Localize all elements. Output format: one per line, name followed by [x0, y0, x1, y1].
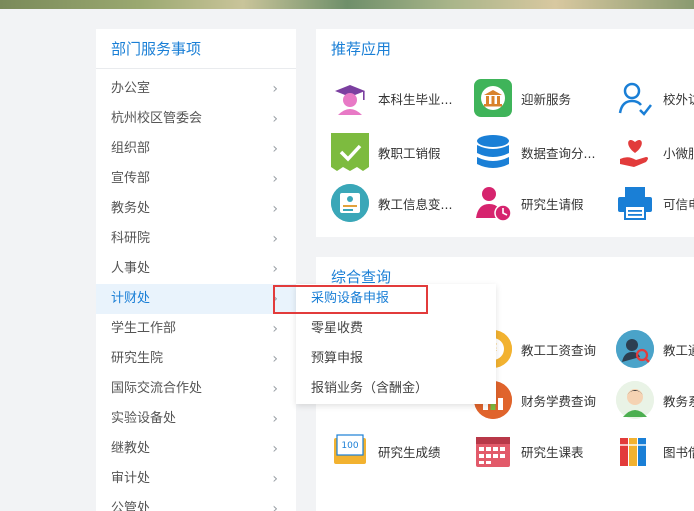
books-icon	[616, 432, 654, 470]
app-label: 数据查询分...	[521, 145, 596, 161]
sidebar-item-label: 教务处	[111, 201, 151, 216]
chevron-right-icon: ›	[272, 201, 278, 217]
app-label: 小微服	[663, 145, 694, 161]
score-card-icon: 100	[331, 432, 369, 470]
submenu-item-reimbursement[interactable]: 报销业务（含酬金）	[296, 374, 496, 404]
sidebar-item-finance[interactable]: 计财处 ›	[96, 284, 296, 314]
calendar-icon	[474, 432, 512, 470]
sidebar-item-label: 人事处	[111, 261, 151, 276]
app-graduate-scores[interactable]: 100 研究生成绩	[331, 431, 463, 471]
app-label: 教职工销假	[378, 145, 441, 161]
app-undergrad-graduation[interactable]: 本科生毕业...	[331, 78, 463, 118]
sidebar-item-organization[interactable]: 组织部 ›	[96, 134, 296, 164]
sidebar-item-label: 继教处	[111, 441, 151, 456]
top-banner-image	[0, 0, 694, 9]
sidebar-item-student-affairs[interactable]: 学生工作部 ›	[96, 314, 296, 344]
user-check-icon	[616, 79, 654, 117]
app-label: 本科生毕业...	[378, 91, 453, 107]
app-label: 教工信息变...	[378, 196, 453, 212]
app-label: 迎新服务	[521, 91, 572, 107]
app-label: 研究生成绩	[378, 444, 441, 460]
sidebar-item-label: 杭州校区管委会	[111, 111, 203, 126]
app-label: 财务学费查询	[521, 393, 597, 409]
app-academic-system[interactable]: 教务系	[616, 380, 694, 420]
sidebar-item-international[interactable]: 国际交流合作处 ›	[96, 374, 296, 404]
app-label: 图书借	[663, 444, 694, 460]
chevron-right-icon: ›	[272, 441, 278, 457]
recommended-apps-title: 推荐应用	[331, 40, 392, 58]
sidebar-item-graduate-school[interactable]: 研究生院 ›	[96, 344, 296, 374]
app-staff-directory[interactable]: 教工通	[616, 329, 694, 369]
sidebar-item-public-management[interactable]: 公管处 ›	[96, 494, 296, 511]
sidebar-item-continuing-education[interactable]: 继教处 ›	[96, 434, 296, 464]
app-data-query[interactable]: 数据查询分...	[474, 132, 599, 172]
graduate-icon	[331, 79, 369, 117]
sidebar-item-label: 办公室	[111, 81, 151, 96]
app-staff-leave-cancel[interactable]: 教职工销假	[331, 132, 463, 172]
app-label: 教务系	[663, 393, 694, 409]
welcome-building-icon	[474, 79, 512, 117]
printer-icon	[616, 184, 654, 222]
sidebar-item-research[interactable]: 科研院 ›	[96, 224, 296, 254]
sidebar-list: 办公室 › 杭州校区管委会 › 组织部 › 宣传部 › 教务处 › 科研院 › 人事处 › 计…	[96, 69, 296, 511]
student-avatar-icon	[616, 381, 654, 419]
highlight-box	[273, 285, 428, 314]
app-label: 教工工资查询	[521, 342, 597, 358]
chevron-right-icon: ›	[272, 81, 278, 97]
app-freshman-welcome[interactable]: 迎新服务	[474, 78, 599, 118]
chevron-right-icon: ›	[272, 141, 278, 157]
sidebar-item-label: 科研院	[111, 231, 151, 246]
chevron-right-icon: ›	[272, 231, 278, 247]
sidebar-item-label: 实验设备处	[111, 411, 177, 426]
app-graduate-timetable[interactable]: 研究生课表	[474, 431, 599, 471]
chevron-right-icon: ›	[272, 171, 278, 187]
sidebar-item-hangzhou-campus[interactable]: 杭州校区管委会 ›	[96, 104, 296, 134]
database-icon	[474, 133, 512, 171]
chevron-right-icon: ›	[272, 411, 278, 427]
app-label: 研究生请假	[521, 196, 584, 212]
app-library-borrow[interactable]: 图书借	[616, 431, 694, 471]
chevron-right-icon: ›	[272, 501, 278, 511]
svg-text:100: 100	[341, 441, 358, 451]
recommended-apps-panel: 推荐应用 本科生毕业... 迎新服务 校外访 教职工销假	[316, 29, 694, 237]
search-person-icon	[616, 330, 654, 368]
app-label: 研究生课表	[521, 444, 584, 460]
sidebar-item-label: 公管处	[111, 501, 151, 511]
app-trusted-print[interactable]: 可信电	[616, 183, 694, 223]
app-label: 可信电	[663, 196, 694, 212]
sidebar-item-personnel[interactable]: 人事处 ›	[96, 254, 296, 284]
sidebar-item-label: 组织部	[111, 141, 151, 156]
app-micro-service[interactable]: 小微服	[616, 132, 694, 172]
sidebar-item-academic-affairs[interactable]: 教务处 ›	[96, 194, 296, 224]
chevron-right-icon: ›	[272, 111, 278, 127]
sidebar-item-audit[interactable]: 审计处 ›	[96, 464, 296, 494]
submenu-item-misc-fees[interactable]: 零星收费	[296, 314, 496, 344]
sidebar-item-office[interactable]: 办公室 ›	[96, 74, 296, 104]
sidebar-item-label: 宣传部	[111, 171, 151, 186]
sidebar-item-publicity[interactable]: 宣传部 ›	[96, 164, 296, 194]
chevron-right-icon: ›	[272, 471, 278, 487]
sidebar-item-lab-equipment[interactable]: 实验设备处 ›	[96, 404, 296, 434]
app-graduate-leave[interactable]: 研究生请假	[474, 183, 599, 223]
app-staff-info-change[interactable]: 教工信息变...	[331, 183, 463, 223]
chevron-right-icon: ›	[272, 351, 278, 367]
app-off-campus-visit[interactable]: 校外访	[616, 78, 694, 118]
sidebar-item-label: 审计处	[111, 471, 151, 486]
sidebar-title: 部门服务事项	[96, 29, 296, 69]
sidebar-item-label: 研究生院	[111, 351, 164, 366]
chevron-right-icon: ›	[272, 321, 278, 337]
heart-hand-icon	[616, 133, 654, 171]
sidebar-item-label: 学生工作部	[111, 321, 177, 336]
sidebar-item-label: 计财处	[111, 291, 151, 306]
chevron-right-icon: ›	[272, 381, 278, 397]
chevron-right-icon: ›	[272, 261, 278, 277]
app-label: 校外访	[663, 91, 694, 107]
sidebar-item-label: 国际交流合作处	[111, 381, 203, 396]
app-label: 教工通	[663, 342, 694, 358]
department-sidebar: 部门服务事项 办公室 › 杭州校区管委会 › 组织部 › 宣传部 › 教务处 › 科研院 ›…	[96, 29, 296, 511]
check-ticket-icon	[331, 133, 369, 171]
info-change-icon	[331, 184, 369, 222]
user-clock-icon	[474, 184, 512, 222]
submenu-item-budget[interactable]: 预算申报	[296, 344, 496, 374]
